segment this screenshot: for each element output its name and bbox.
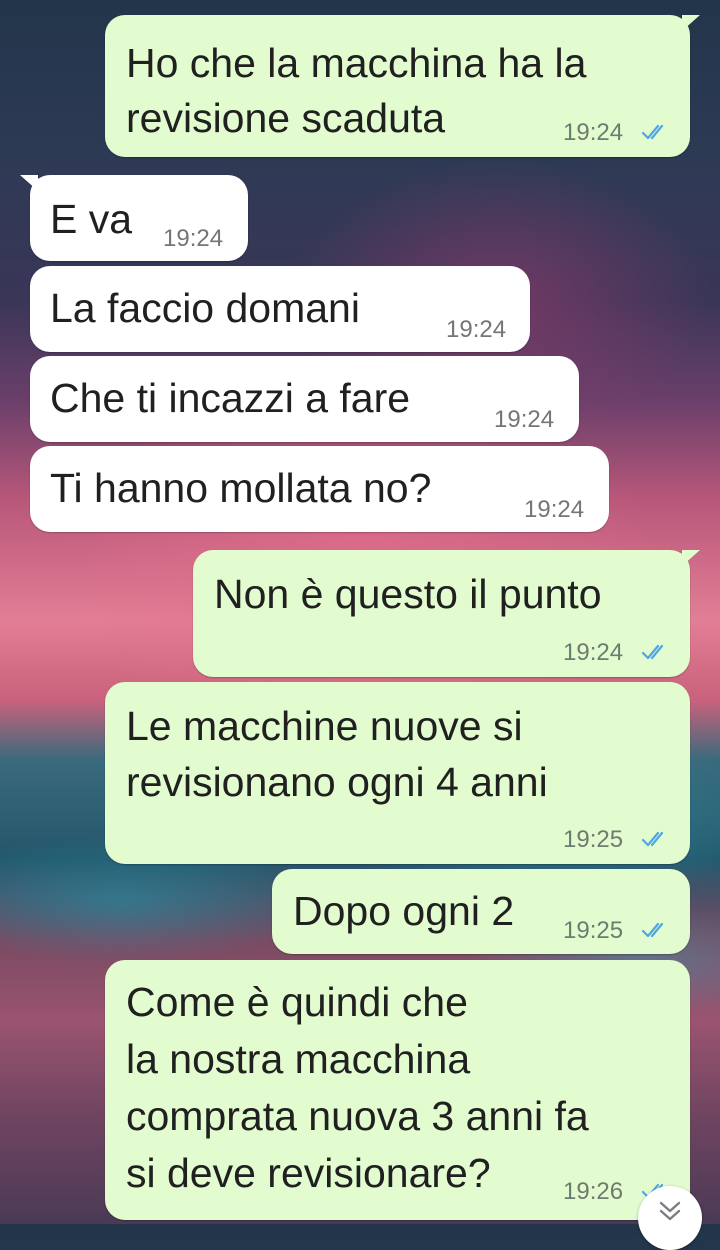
bubble-tail (20, 175, 38, 191)
message-timestamp: 19:24 (524, 496, 585, 523)
bubble-tail (682, 15, 700, 31)
message-incoming[interactable]: La faccio domani 19:24 (30, 266, 530, 352)
message-text-line: la nostra macchina (126, 1036, 471, 1082)
message-text-line: Dopo ogni 2 (293, 888, 515, 934)
double-chevron-down-icon (659, 1201, 681, 1221)
message-timestamp: 19:24 (163, 225, 224, 252)
message-text-line: Le macchine nuove si (126, 703, 523, 749)
message-text-line: comprata nuova 3 anni fa (126, 1093, 589, 1139)
message-text-line: Ho che la macchina ha la (126, 40, 587, 86)
message-timestamp: 19:25 (563, 826, 624, 853)
message-text-line: Non è questo il punto (214, 571, 602, 617)
message-timestamp: 19:25 (563, 917, 624, 944)
message-text-line: Che ti incazzi a fare (50, 375, 411, 421)
chat-thread[interactable]: Ho che la macchina ha la revisione scadu… (0, 0, 720, 1224)
message-outgoing[interactable]: Come è quindi che la nostra macchina com… (105, 960, 690, 1220)
message-text-line: si deve revisionare? (126, 1150, 491, 1196)
message-incoming[interactable]: Ti hanno mollata no? 19:24 (30, 446, 609, 532)
scroll-to-bottom-button[interactable] (638, 1186, 702, 1250)
message-text-line: Come è quindi che (126, 979, 468, 1025)
message-text-line: La faccio domani (50, 285, 360, 331)
message-outgoing[interactable]: Le macchine nuove si revisionano ogni 4 … (105, 682, 690, 864)
message-timestamp: 19:24 (446, 316, 507, 343)
message-incoming[interactable]: E va 19:24 (20, 175, 248, 261)
message-timestamp: 19:24 (563, 639, 624, 666)
message-timestamp: 19:26 (563, 1178, 624, 1205)
message-text-line: E va (50, 196, 133, 242)
message-outgoing[interactable]: Dopo ogni 2 19:25 (272, 869, 690, 954)
double-check-icon (641, 644, 664, 660)
message-text-line: revisione scaduta (126, 95, 446, 141)
message-outgoing[interactable]: Non è questo il punto 19:24 (193, 550, 700, 677)
message-timestamp: 19:24 (563, 119, 624, 146)
bubble-tail (682, 550, 700, 566)
message-outgoing[interactable]: Ho che la macchina ha la revisione scadu… (105, 15, 700, 157)
message-text-line: Ti hanno mollata no? (50, 465, 432, 511)
message-incoming[interactable]: Che ti incazzi a fare 19:24 (30, 356, 579, 442)
double-check-icon (641, 831, 664, 847)
message-text-line: revisionano ogni 4 anni (126, 759, 548, 805)
double-check-icon (641, 124, 664, 140)
message-timestamp: 19:24 (494, 406, 555, 433)
double-check-icon (641, 922, 664, 938)
